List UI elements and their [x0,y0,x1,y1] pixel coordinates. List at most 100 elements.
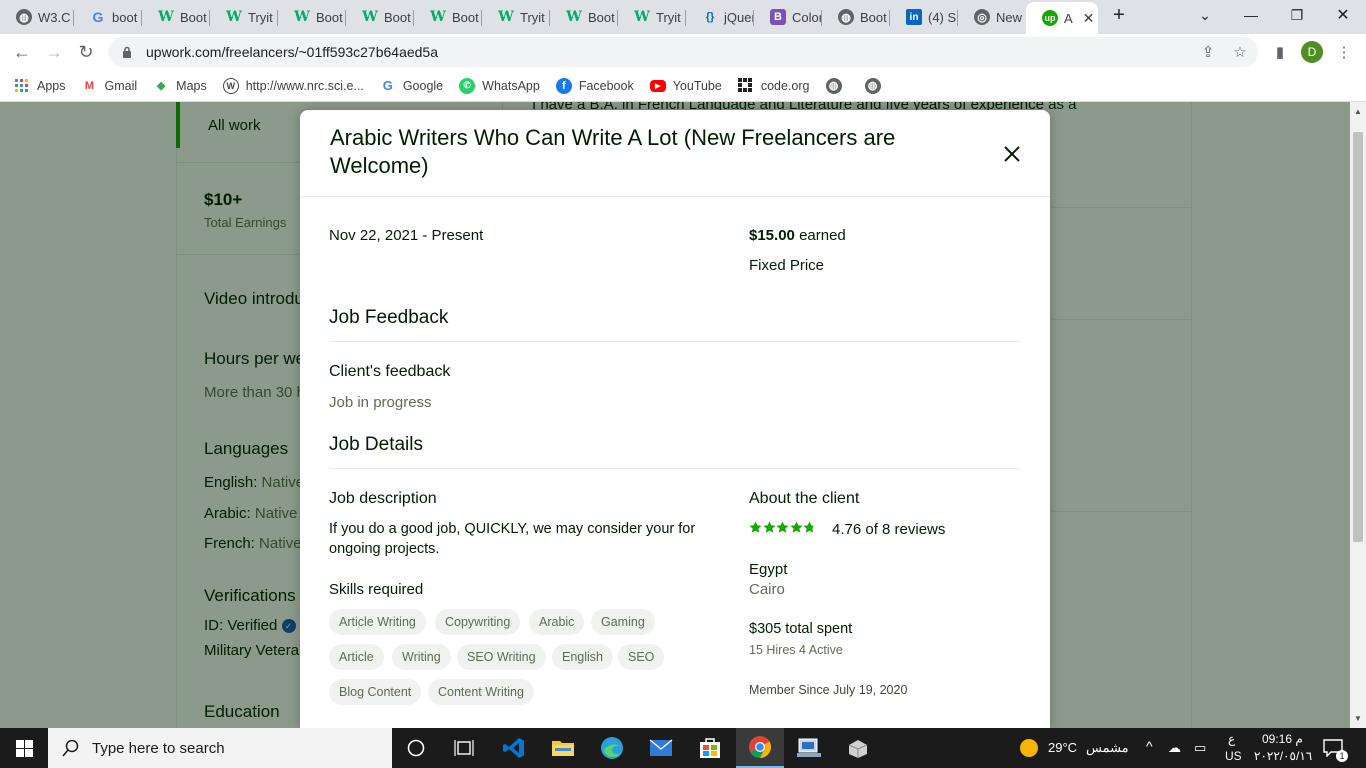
weather-label[interactable]: مشمس [1086,740,1129,756]
mail-icon[interactable] [637,728,685,768]
price-type: Fixed Price [749,257,825,274]
browser-tab[interactable]: W Tryit [618,4,686,30]
task-view-icon[interactable] [440,728,488,768]
browser-tab[interactable]: B Color [754,4,822,30]
browser-tab[interactable]: Gboot [74,4,142,30]
reload-icon[interactable]: ↻ [72,38,100,66]
browser-tab[interactable]: ◍ Boot [822,4,890,30]
back-arrow-icon[interactable]: ← [8,38,36,66]
skill-chip[interactable]: Content Writing [428,679,534,705]
client-hires: 15 Hires 4 Active [749,643,843,657]
new-tab-button[interactable]: + [1096,0,1142,30]
skill-chip[interactable]: Gaming [591,609,655,635]
restore-button[interactable]: ❐ [1274,0,1320,30]
forward-arrow-icon[interactable]: → [40,38,68,66]
bookmark-codeorg[interactable]: code.org [738,78,810,94]
star-icon [776,521,789,533]
battery-icon[interactable]: ▭ [1194,740,1206,756]
jquery-icon: {} [705,11,715,23]
bookmark-facebook[interactable]: f Facebook [555,77,634,94]
browser-tab[interactable]: W Boot [142,4,210,30]
taskbar-search-box[interactable]: Type here to search [48,728,392,768]
bookmark-globe-1[interactable]: ◍ [825,77,849,94]
browser-tab-active[interactable]: up A ✕ [1026,2,1098,34]
skill-chip[interactable]: SEO [618,644,665,670]
w3schools-icon: W [566,9,582,25]
chrome-taskbar-icon[interactable] [736,728,784,768]
rating-stars [749,521,817,534]
input-language-bottom[interactable]: US [1225,749,1242,763]
browser-tab[interactable]: ◎ New [958,4,1026,30]
globe-icon: ◍ [16,9,32,25]
tab-search-chevron-icon[interactable]: ⌄ [1182,0,1228,30]
browser-tab[interactable]: W Boot [278,4,346,30]
address-bar[interactable]: upwork.com/freelancers/~01ff593c27b64aed… [108,37,1258,67]
installer-icon[interactable] [834,728,882,768]
star-icon [763,521,776,533]
skill-chip[interactable]: Copywriting [435,609,521,635]
bootstrap-icon: B [770,9,786,25]
lock-icon [120,45,134,59]
bookmark-google[interactable]: G Google [380,78,443,94]
browser-tab[interactable]: W Tryit [210,4,278,30]
bookmark-whatsapp[interactable]: ✆ WhatsApp [459,77,540,94]
star-icon [803,521,816,533]
bookmark-youtube[interactable]: ▶ YouTube [649,79,722,93]
bookmark-apps[interactable]: Apps [14,78,66,94]
input-language-top[interactable]: ع [1228,732,1235,746]
edge-icon[interactable] [588,728,636,768]
browser-tab[interactable]: in(4) Sk [890,4,958,30]
weather-temp[interactable]: 29°C [1048,740,1077,755]
skill-chip[interactable]: Writing [392,644,451,670]
client-city: Cairo [749,581,785,598]
page-scrollbar[interactable]: ▲ ▼ [1350,102,1366,728]
job-details-modal: Arabic Writers Who Can Write A Lot (New … [300,110,1050,728]
share-icon[interactable]: ⇪ [1198,42,1218,62]
skill-chip[interactable]: Article [329,644,384,670]
clock-time[interactable]: 09:16 م [1262,732,1303,746]
skill-chip[interactable]: Article Writing [329,609,426,635]
bookmark-globe-2[interactable]: ◍ [864,77,888,94]
browser-tab[interactable]: W Boot [346,4,414,30]
browser-tab[interactable]: W Tryit [482,4,550,30]
browser-tab[interactable]: ◍ W3.C [0,4,74,30]
clock-date[interactable]: ٢٠٢٢/٠٥/١٦ [1254,749,1312,763]
w3schools-icon: W [498,9,514,25]
scrollbar-thumb[interactable] [1353,132,1363,542]
profile-avatar[interactable]: D [1301,41,1323,63]
skill-chip[interactable]: English [552,644,613,670]
close-modal-button[interactable] [1000,142,1024,166]
browser-tab[interactable]: W Boot [550,4,618,30]
job-feedback-heading: Job Feedback [329,307,449,328]
skill-chip[interactable]: Blog Content [329,679,422,705]
bookmark-gmail[interactable]: M Gmail [82,78,137,94]
start-button[interactable] [0,728,48,768]
store-icon[interactable] [686,728,734,768]
client-total-spent: $305 total spent [749,621,853,637]
menu-kebab-icon[interactable]: ⋮ [1334,42,1354,62]
browser-tab[interactable]: {} jQuer [686,4,754,30]
close-window-button[interactable]: ✕ [1320,0,1366,30]
search-icon [62,739,79,757]
file-explorer-icon[interactable] [539,728,587,768]
w3schools-icon: W [226,9,242,25]
vscode-icon[interactable] [490,728,538,768]
network-icon[interactable]: ☁ [1168,740,1181,756]
earned-amount: $15.00 earned [749,227,846,244]
chevron-up-icon[interactable]: ^ [1146,738,1153,754]
bookmark-nrc[interactable]: Whttp://www.nrc.sci.e... [222,77,364,94]
weather-sun-icon[interactable] [1020,739,1038,757]
close-tab-icon[interactable]: ✕ [1083,10,1095,27]
google-icon: G [92,9,104,25]
network-app-icon[interactable] [785,728,833,768]
side-panel-icon[interactable]: ▮ [1270,42,1290,62]
bookmark-star-icon[interactable]: ☆ [1230,42,1250,62]
cortana-icon[interactable] [392,728,440,768]
skill-chip[interactable]: Arabic [529,609,585,635]
chrome-icon: ◎ [974,9,990,25]
w3schools-icon: W [158,9,174,25]
minimize-button[interactable]: — [1228,0,1274,30]
browser-tab[interactable]: W Boot [414,4,482,30]
skill-chip[interactable]: SEO Writing [457,644,546,670]
bookmark-maps[interactable]: ◆ Maps [153,78,207,94]
